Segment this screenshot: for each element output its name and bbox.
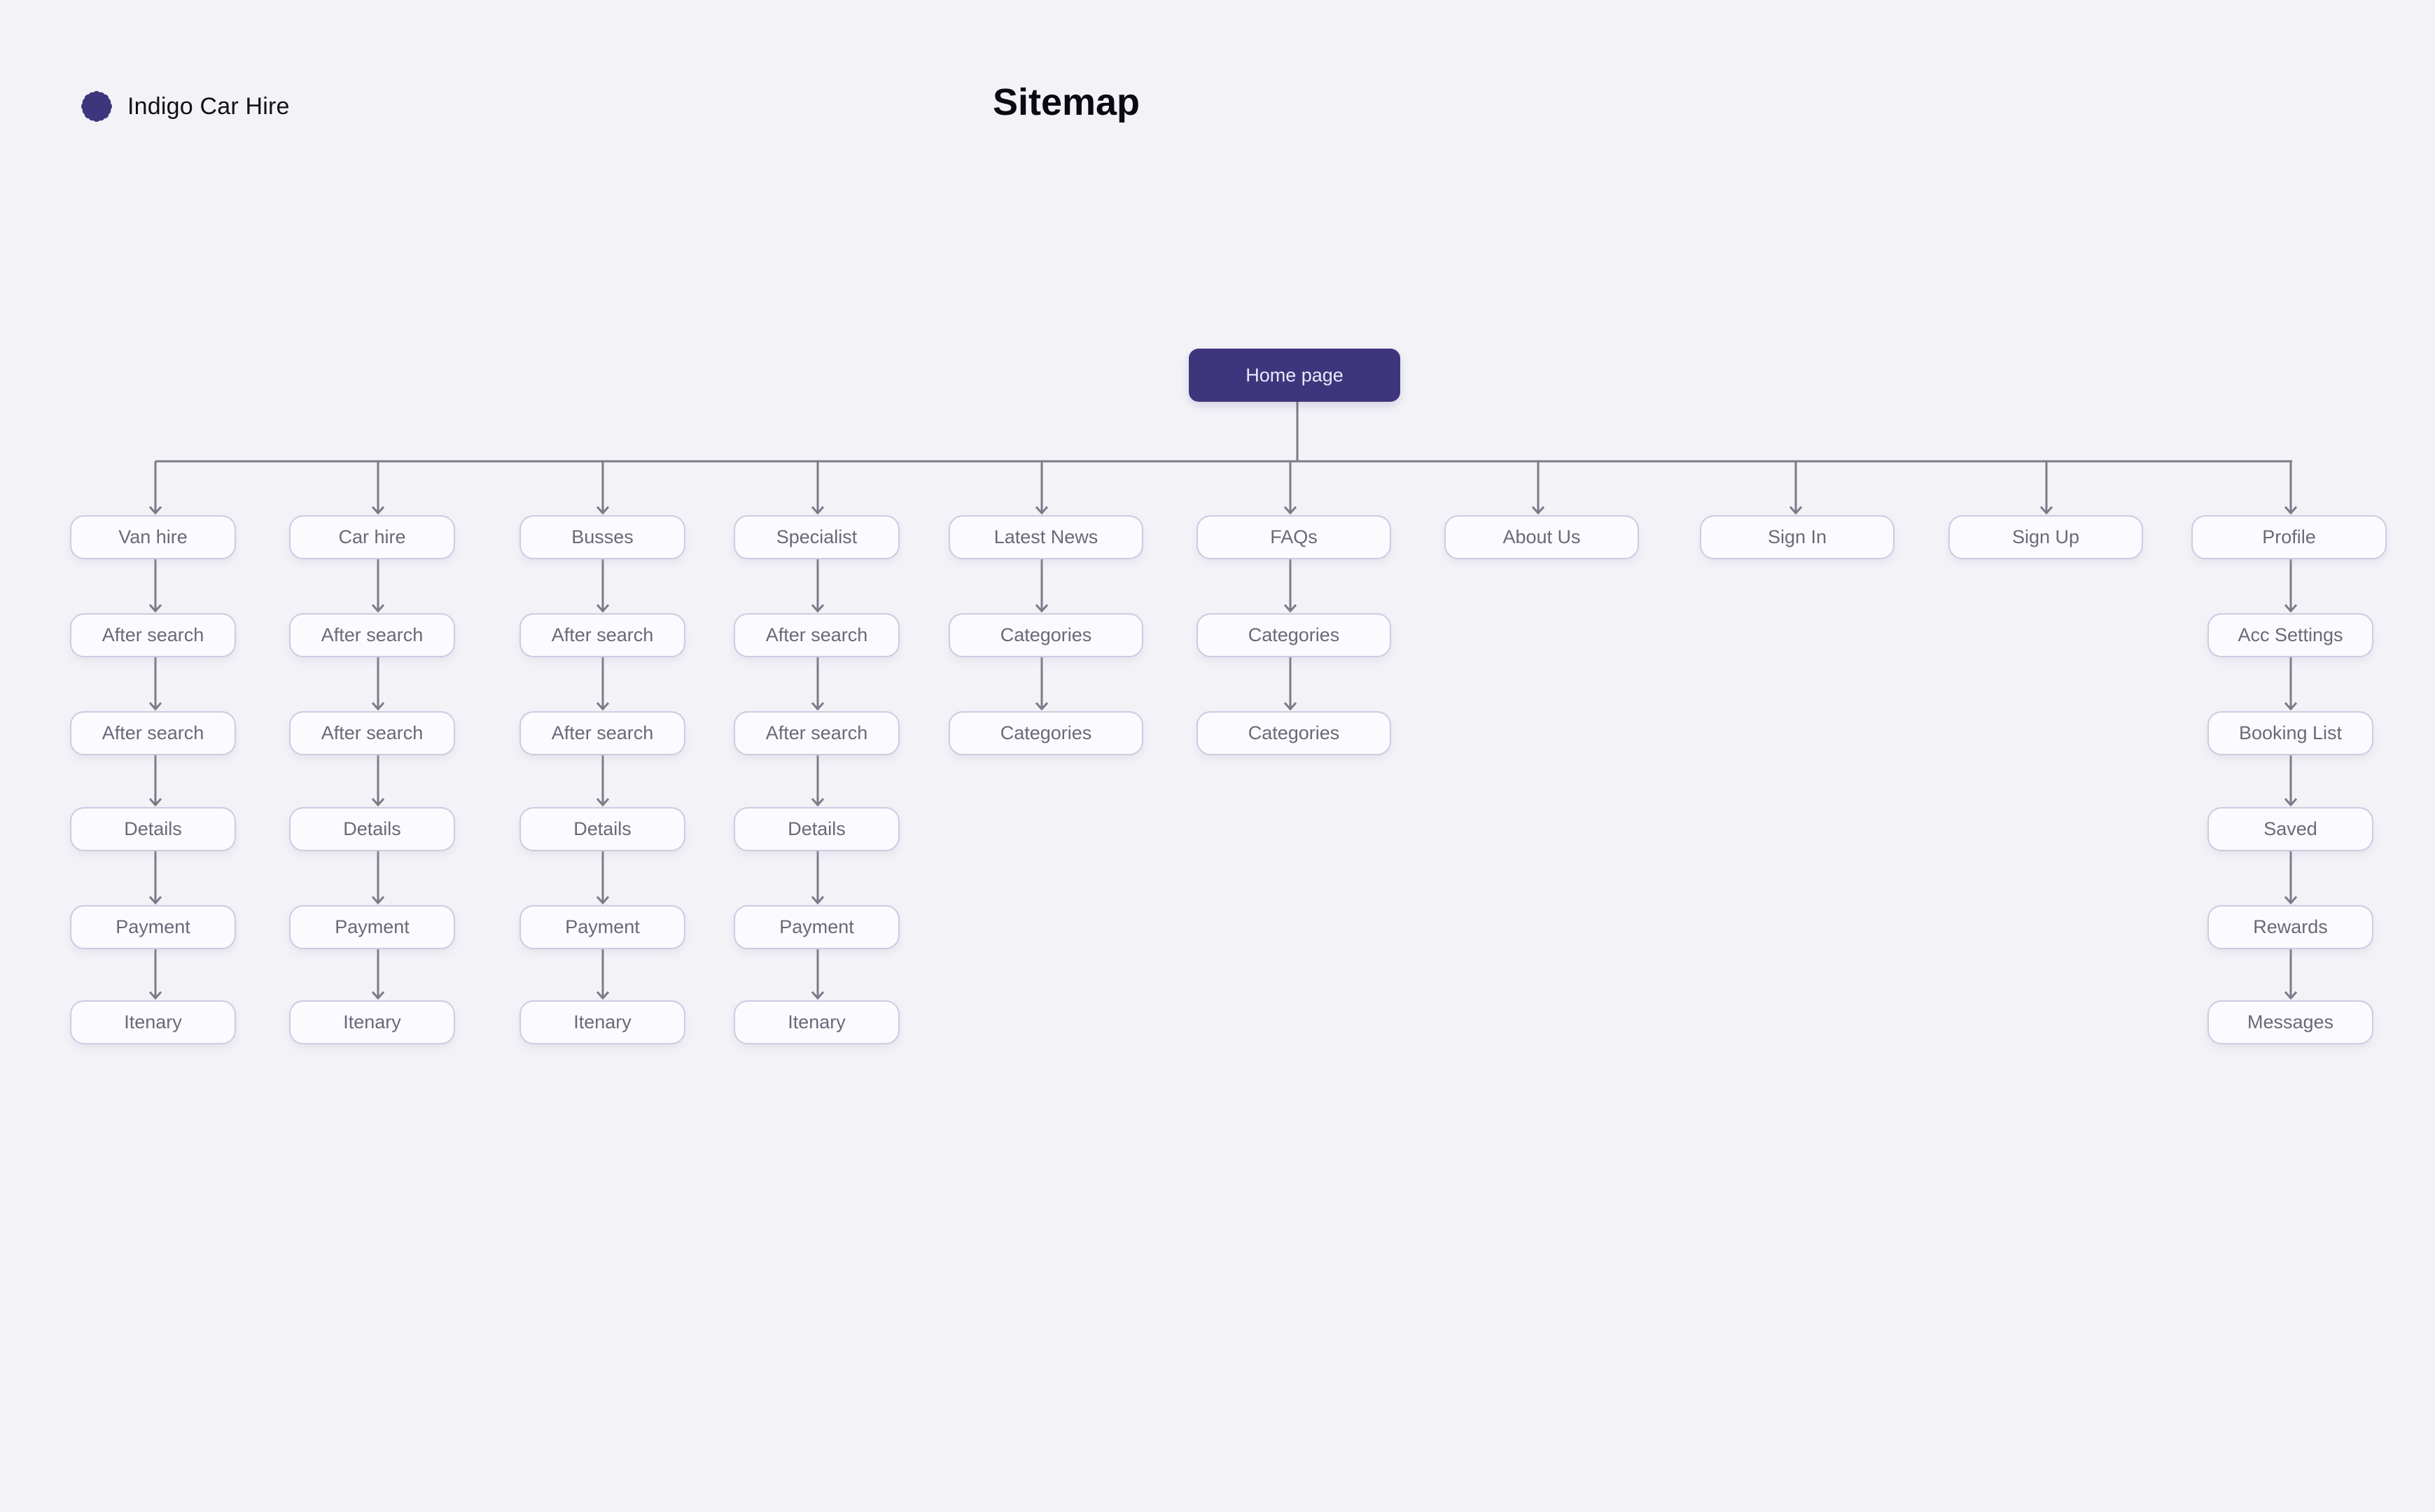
node-specialist-details[interactable]: Details	[734, 807, 900, 851]
node-sign-up[interactable]: Sign Up	[1948, 515, 2143, 559]
node-latest-news-categories[interactable]: Categories	[949, 613, 1143, 657]
node-van-hire-details[interactable]: Details	[70, 807, 236, 851]
node-van-hire[interactable]: Van hire	[70, 515, 236, 559]
node-specialist-after-search[interactable]: After search	[734, 711, 900, 755]
node-about-us[interactable]: About Us	[1444, 515, 1639, 559]
node-busses-payment[interactable]: Payment	[519, 905, 685, 949]
node-faqs-categories[interactable]: Categories	[1196, 613, 1391, 657]
node-latest-news[interactable]: Latest News	[949, 515, 1143, 559]
node-van-hire-payment[interactable]: Payment	[70, 905, 236, 949]
node-van-hire-after-search[interactable]: After search	[70, 613, 236, 657]
node-sign-in[interactable]: Sign In	[1700, 515, 1895, 559]
node-car-hire-payment[interactable]: Payment	[289, 905, 455, 949]
node-profile[interactable]: Profile	[2191, 515, 2387, 559]
node-profile-messages[interactable]: Messages	[2207, 1000, 2373, 1044]
node-van-hire-itenary[interactable]: Itenary	[70, 1000, 236, 1044]
node-car-hire-details[interactable]: Details	[289, 807, 455, 851]
node-faqs-categories[interactable]: Categories	[1196, 711, 1391, 755]
node-van-hire-after-search[interactable]: After search	[70, 711, 236, 755]
node-car-hire-itenary[interactable]: Itenary	[289, 1000, 455, 1044]
node-specialist-after-search[interactable]: After search	[734, 613, 900, 657]
node-car-hire-after-search[interactable]: After search	[289, 613, 455, 657]
node-profile-saved[interactable]: Saved	[2207, 807, 2373, 851]
node-profile-acc-settings[interactable]: Acc Settings	[2207, 613, 2373, 657]
node-home-page[interactable]: Home page	[1189, 349, 1400, 402]
node-faqs[interactable]: FAQs	[1196, 515, 1391, 559]
node-profile-booking-list[interactable]: Booking List	[2207, 711, 2373, 755]
node-busses-after-search[interactable]: After search	[519, 613, 685, 657]
node-car-hire-after-search[interactable]: After search	[289, 711, 455, 755]
node-car-hire[interactable]: Car hire	[289, 515, 455, 559]
node-busses-itenary[interactable]: Itenary	[519, 1000, 685, 1044]
node-latest-news-categories[interactable]: Categories	[949, 711, 1143, 755]
node-specialist[interactable]: Specialist	[734, 515, 900, 559]
node-specialist-payment[interactable]: Payment	[734, 905, 900, 949]
node-busses-after-search[interactable]: After search	[519, 711, 685, 755]
node-busses[interactable]: Busses	[519, 515, 685, 559]
node-profile-rewards[interactable]: Rewards	[2207, 905, 2373, 949]
node-specialist-itenary[interactable]: Itenary	[734, 1000, 900, 1044]
connectors-layer	[148, 402, 2298, 1000]
node-busses-details[interactable]: Details	[519, 807, 685, 851]
